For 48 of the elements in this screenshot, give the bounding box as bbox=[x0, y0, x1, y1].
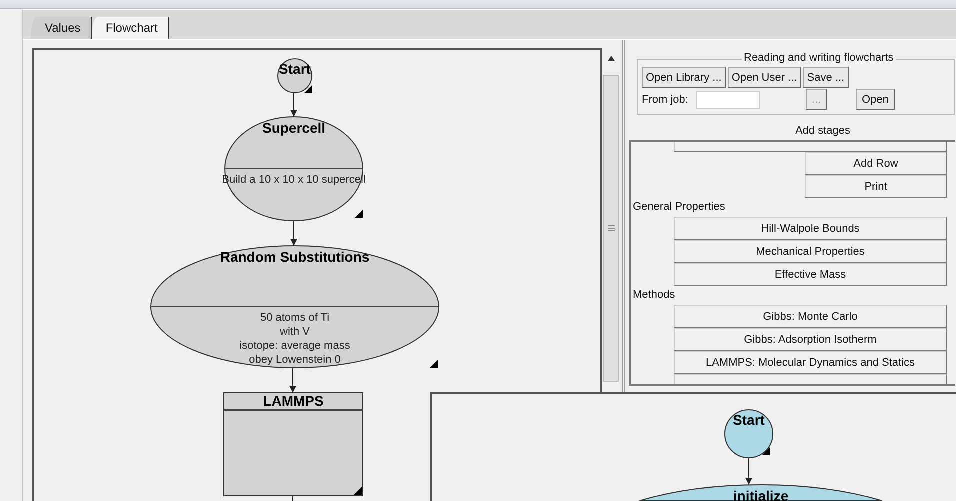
job-field[interactable] bbox=[696, 90, 760, 108]
tab[interactable]: Values bbox=[31, 17, 92, 39]
corner-triangle-icon[interactable] bbox=[430, 360, 438, 368]
flowchart-node[interactable] bbox=[724, 410, 774, 458]
stage-button[interactable]: Mechanical Properties bbox=[674, 240, 947, 263]
node-title: Start bbox=[733, 412, 765, 428]
node-title: initialize bbox=[733, 488, 789, 501]
flowchart-node[interactable] bbox=[150, 246, 440, 368]
file-button[interactable]: Save ... bbox=[803, 67, 849, 88]
stage-button[interactable]: Hill-Walpole Bounds bbox=[674, 217, 947, 240]
node-title: LAMMPS bbox=[263, 393, 324, 409]
category-label: Methods bbox=[633, 289, 676, 303]
connector-arrow bbox=[290, 220, 298, 246]
corner-triangle-icon[interactable] bbox=[762, 447, 770, 456]
stage-button[interactable]: Effective Mass bbox=[674, 263, 947, 286]
scrollbar-thumb[interactable] bbox=[603, 75, 619, 382]
corner-triangle-icon[interactable] bbox=[354, 487, 362, 495]
stage-button[interactable]: Add Row bbox=[805, 152, 947, 175]
open-button[interactable]: Open bbox=[856, 89, 895, 110]
stage-button[interactable]: Print bbox=[805, 175, 947, 198]
flowchart-node[interactable] bbox=[278, 58, 312, 94]
field-label: From job: bbox=[642, 94, 690, 106]
flowchart-node[interactable] bbox=[639, 484, 883, 501]
node-detail: with V bbox=[280, 326, 310, 338]
node-title: Start bbox=[279, 61, 311, 77]
category-label: General Properties bbox=[633, 201, 726, 215]
file-button[interactable]: Open User ... bbox=[728, 67, 802, 88]
node-title: Random Substitutions bbox=[220, 249, 370, 265]
corner-triangle-icon[interactable] bbox=[304, 85, 312, 94]
flowchart-node[interactable] bbox=[224, 392, 364, 496]
connector-arrow bbox=[290, 92, 298, 117]
flowchart-node[interactable] bbox=[224, 116, 364, 222]
corner-triangle-icon[interactable] bbox=[355, 210, 363, 218]
stage-button[interactable]: LAMMPS: Molecular Dynamics and Statics bbox=[674, 351, 947, 374]
node-detail: obey Lowenstein 0 bbox=[249, 354, 341, 366]
tab[interactable]: Flowchart bbox=[92, 17, 169, 39]
file-button[interactable]: Open Library ... bbox=[642, 67, 726, 88]
node-detail: 50 atoms of Ti bbox=[260, 312, 330, 324]
connector-arrow bbox=[746, 458, 752, 485]
section-title: Add stages bbox=[794, 125, 852, 137]
group-title: Reading and writing flowcharts bbox=[742, 52, 896, 64]
scroll-up-icon[interactable] bbox=[608, 56, 614, 61]
node-detail: isotope: average mass bbox=[240, 340, 350, 352]
stage-button[interactable]: Gibbs: Monte Carlo bbox=[674, 305, 947, 328]
connector-arrow bbox=[290, 368, 296, 393]
grip-icon bbox=[608, 225, 614, 232]
node-title: Supercell bbox=[262, 120, 326, 136]
stage-button[interactable]: Gibbs: Adsorption Isotherm bbox=[674, 328, 947, 351]
